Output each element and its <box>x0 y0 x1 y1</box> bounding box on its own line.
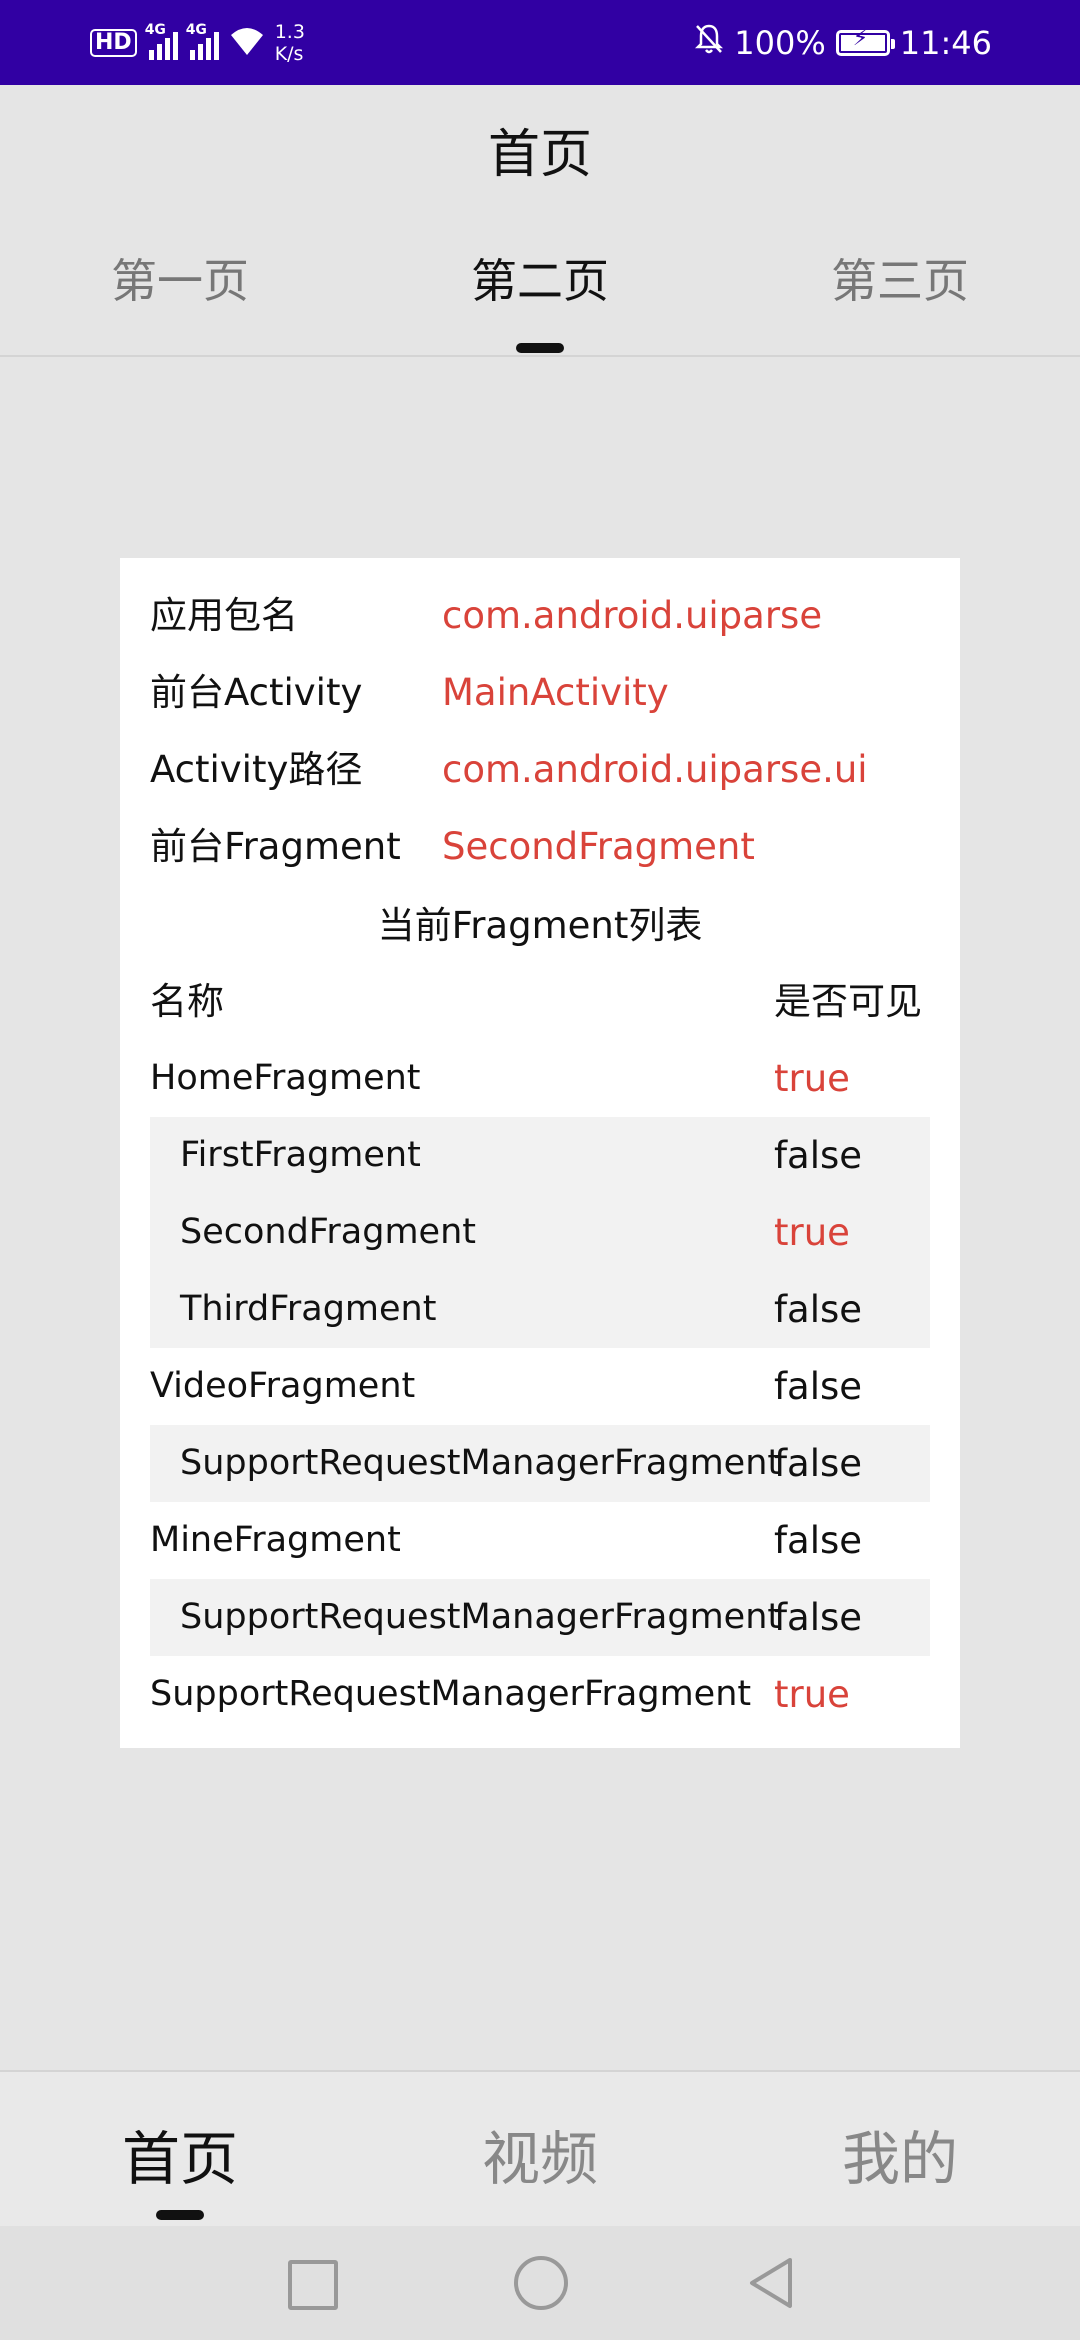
fragment-row-item: SecondFragment true <box>150 1194 930 1271</box>
info-card: 应用包名 com.android.uiparse 前台Activity Main… <box>120 558 960 1748</box>
fragment-visible: true <box>774 1057 850 1100</box>
fragment-label: 前台Fragment <box>150 825 401 868</box>
tab-first[interactable]: 第一页 <box>0 245 360 311</box>
fragment-visible: false <box>774 1596 863 1639</box>
fragment-row-item: MineFragment false <box>150 1502 930 1579</box>
hd-icon: HD <box>90 29 137 57</box>
fragment-name: SupportRequestManagerFragment <box>150 1674 752 1714</box>
bottom-nav-indicator <box>156 2210 204 2220</box>
bottom-nav-mine[interactable]: 我的 <box>720 2112 1080 2196</box>
fragment-row-item: SupportRequestManagerFragment false <box>150 1579 930 1656</box>
bottom-nav: 首页 视频 我的 <box>0 2070 1080 2226</box>
sim2-network-label: 4G <box>185 22 207 38</box>
fragment-visible: false <box>774 1442 863 1485</box>
back-icon[interactable] <box>746 2256 800 2310</box>
fragment-row-item: HomeFragment true <box>150 1040 930 1117</box>
activity-value: MainActivity <box>442 671 669 714</box>
tab-third[interactable]: 第三页 <box>720 245 1080 311</box>
sim1-network-label: 4G <box>144 22 166 38</box>
fragment-visible: true <box>774 1211 850 1254</box>
wifi-icon <box>227 23 267 63</box>
status-left: HD 4G 4G 1.3 K/s <box>90 18 305 68</box>
fragment-visible: false <box>774 1365 863 1408</box>
column-visible-header: 是否可见 <box>774 980 922 1023</box>
network-rate: 1.3 K/s <box>275 21 305 65</box>
page-title: 首页 <box>487 125 592 185</box>
system-nav-bar <box>0 2226 1080 2340</box>
battery-percent: 100% <box>734 24 826 62</box>
fragment-name: MineFragment <box>150 1520 401 1560</box>
charging-bolt-icon: ⚡ <box>852 26 869 51</box>
fragment-name: SecondFragment <box>180 1212 476 1252</box>
tab-second[interactable]: 第二页 <box>360 245 720 311</box>
network-rate-value: 1.3 <box>274 21 305 43</box>
bottom-nav-home[interactable]: 首页 <box>0 2112 360 2196</box>
fragment-visible: true <box>774 1673 850 1716</box>
activity-label: 前台Activity <box>150 671 363 714</box>
network-rate-unit: K/s <box>274 43 304 65</box>
fragment-row-item: ThirdFragment false <box>150 1271 930 1348</box>
fragment-name: VideoFragment <box>150 1366 416 1406</box>
fragment-row-item: SupportRequestManagerFragment true <box>150 1656 930 1733</box>
fragment-list-header: 名称 是否可见 <box>150 964 930 1040</box>
fragment-row-item: VideoFragment false <box>150 1348 930 1425</box>
recents-icon[interactable] <box>284 2256 338 2310</box>
column-name-header: 名称 <box>150 980 224 1023</box>
top-tabs: 第一页 第二页 第三页 <box>0 245 1080 355</box>
fragment-name: HomeFragment <box>150 1058 421 1098</box>
fragment-row-item: FirstFragment false <box>150 1117 930 1194</box>
activity-path-label: Activity路径 <box>150 748 363 791</box>
bottom-nav-video[interactable]: 视频 <box>360 2112 720 2196</box>
fragment-visible: false <box>774 1134 863 1177</box>
activity-path-value: com.android.uiparse.ui <box>442 748 868 791</box>
package-label: 应用包名 <box>150 594 298 637</box>
fragment-name: SupportRequestManagerFragment <box>180 1597 782 1637</box>
tab-indicator <box>516 343 564 353</box>
fragment-name: FirstFragment <box>180 1135 421 1175</box>
fragment-row-item: SupportRequestManagerFragment false <box>150 1425 930 1502</box>
package-value: com.android.uiparse <box>442 594 823 637</box>
fragment-value: SecondFragment <box>442 825 755 868</box>
tabs-divider <box>0 355 1080 357</box>
status-bar: HD 4G 4G 1.3 K/s 100% ⚡ 11:46 <box>0 0 1080 85</box>
fragment-name: ThirdFragment <box>180 1289 437 1329</box>
mute-bell-icon <box>694 23 724 63</box>
signal-icon: 4G <box>145 22 178 60</box>
fragment-list-title: 当前Fragment列表 <box>377 904 703 947</box>
fragment-name: SupportRequestManagerFragment <box>180 1443 782 1483</box>
signal-icon: 4G <box>186 22 219 60</box>
fragment-visible: false <box>774 1519 863 1562</box>
clock: 11:46 <box>899 24 992 62</box>
home-icon[interactable] <box>514 2256 568 2310</box>
battery-icon: ⚡ <box>835 26 895 56</box>
fragment-visible: false <box>774 1288 863 1331</box>
status-right: 100% ⚡ 11:46 <box>694 18 992 68</box>
